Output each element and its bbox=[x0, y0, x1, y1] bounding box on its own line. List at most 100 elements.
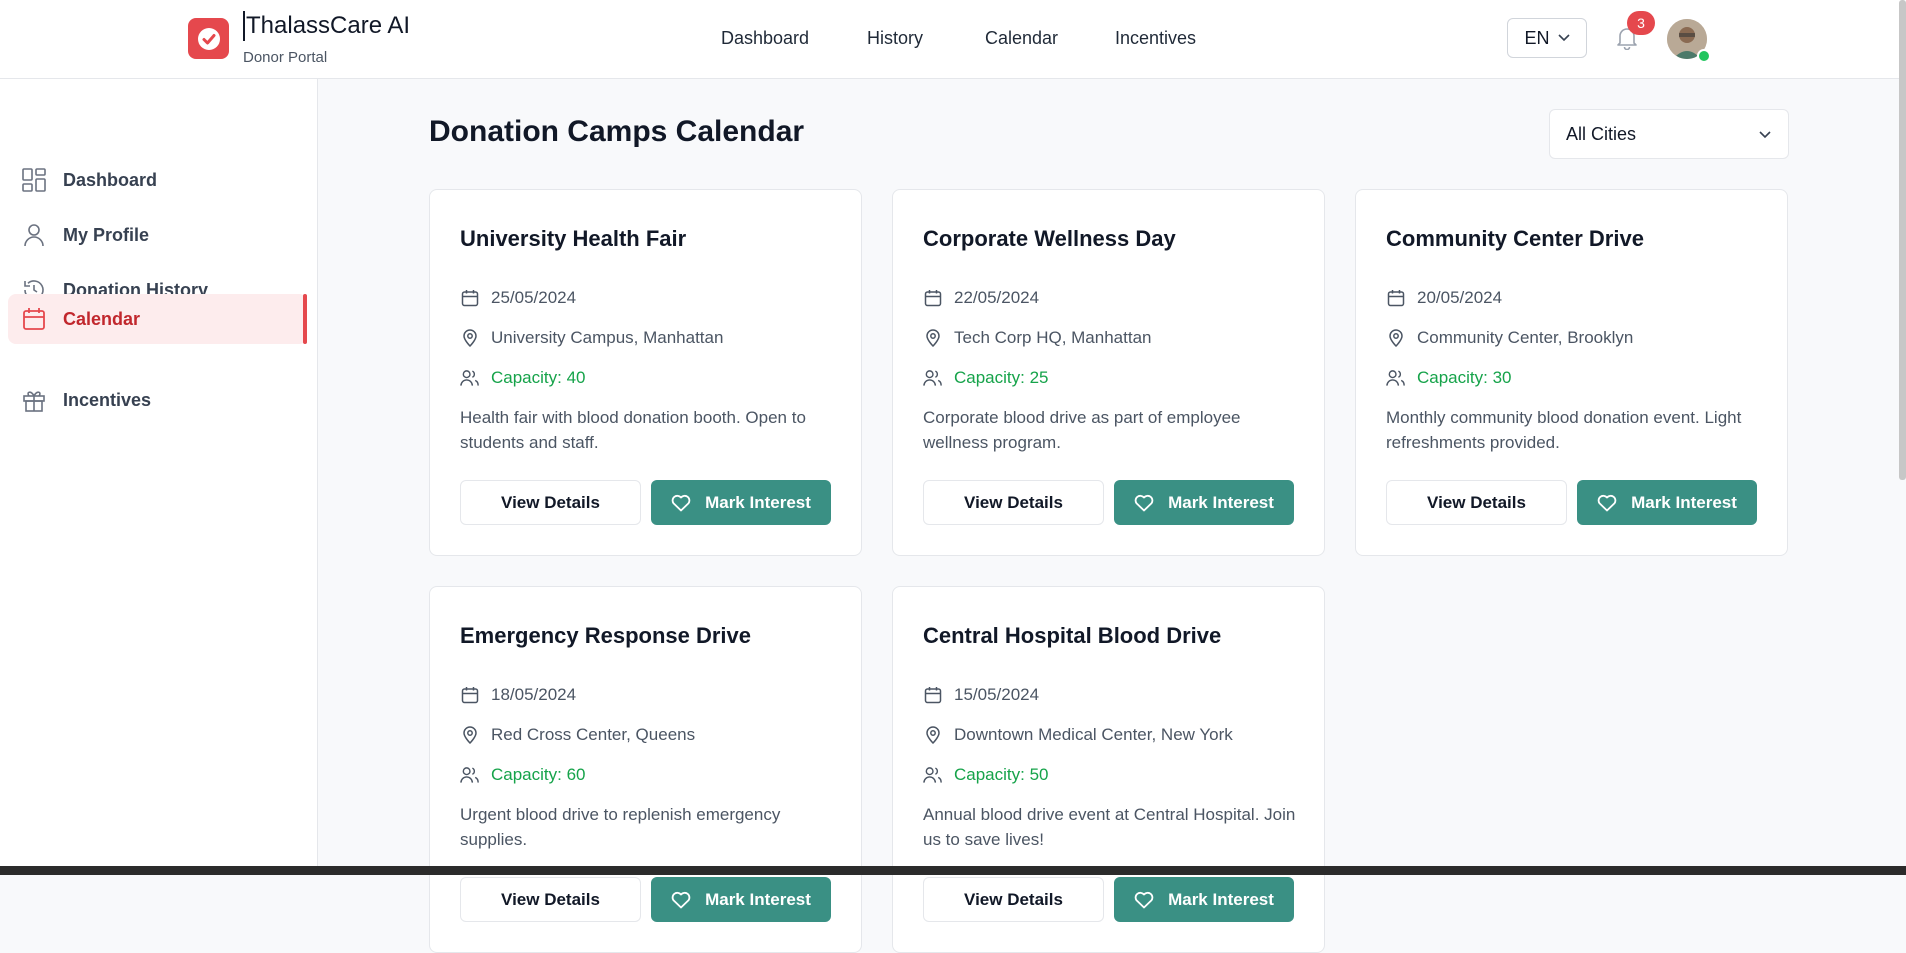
view-details-label: View Details bbox=[964, 889, 1063, 909]
camp-capacity: Capacity: 25 bbox=[954, 368, 1049, 387]
camp-description: Annual blood drive event at Central Hosp… bbox=[923, 805, 1296, 849]
chevron-down-icon bbox=[1557, 34, 1570, 42]
heart-icon bbox=[671, 494, 691, 512]
heart-icon bbox=[1134, 891, 1154, 909]
view-details-label: View Details bbox=[964, 492, 1063, 512]
camp-location: Tech Corp HQ, Manhattan bbox=[954, 328, 1152, 347]
camp-card: University Health Fair 25/05/2024 Universi… bbox=[429, 189, 862, 556]
topnav-calendar[interactable]: Calendar bbox=[985, 28, 1058, 49]
calendar-icon bbox=[1386, 289, 1405, 308]
view-details-button[interactable]: View Details bbox=[460, 877, 641, 922]
view-details-label: View Details bbox=[501, 492, 600, 512]
grid-icon bbox=[20, 166, 48, 194]
calendar-icon bbox=[460, 686, 479, 705]
calendar-icon bbox=[20, 305, 48, 333]
camp-location-row: Downtown Medical Center, New York bbox=[923, 725, 1233, 745]
sidebar-item-label: My Profile bbox=[63, 224, 150, 245]
scrollbar[interactable] bbox=[1899, 0, 1906, 480]
camp-description: Corporate blood drive as part of employe… bbox=[923, 408, 1241, 452]
camp-capacity-row: Capacity: 50 bbox=[923, 765, 1049, 785]
camp-capacity-row: Capacity: 30 bbox=[1386, 368, 1512, 388]
camp-date: 22/05/2024 bbox=[954, 288, 1040, 307]
camp-card: Emergency Response Drive 18/05/2024 Red Cr… bbox=[429, 586, 862, 953]
camp-location-row: Red Cross Center, Queens bbox=[460, 725, 695, 745]
view-details-label: View Details bbox=[1427, 492, 1526, 512]
language-value: EN bbox=[1524, 27, 1550, 48]
sidebar-item-my-profile[interactable]: My Profile bbox=[8, 210, 307, 260]
camp-location: Community Center, Brooklyn bbox=[1417, 328, 1634, 347]
sidebar-item-label: Dashboard bbox=[63, 169, 158, 190]
camp-location-row: Community Center, Brooklyn bbox=[1386, 328, 1633, 348]
heart-icon bbox=[671, 891, 691, 909]
sidebar-item-calendar[interactable]: Calendar bbox=[8, 294, 307, 344]
camp-date: 25/05/2024 bbox=[491, 288, 577, 307]
camp-capacity-row: Capacity: 60 bbox=[460, 765, 586, 785]
camp-description: Urgent blood drive to replenish emergenc… bbox=[460, 805, 781, 849]
map-pin-icon bbox=[1386, 329, 1405, 348]
camp-location: Downtown Medical Center, New York bbox=[954, 725, 1233, 744]
users-icon bbox=[460, 369, 479, 388]
heart-icon bbox=[1134, 494, 1154, 512]
view-details-button[interactable]: View Details bbox=[923, 877, 1104, 922]
camp-date-row: 15/05/2024 bbox=[923, 685, 1039, 705]
view-details-button[interactable]: View Details bbox=[460, 480, 641, 525]
users-icon bbox=[923, 369, 942, 388]
camp-location-row: University Campus, Manhattan bbox=[460, 328, 723, 348]
camp-capacity-row: Capacity: 25 bbox=[923, 368, 1049, 388]
camp-location: Red Cross Center, Queens bbox=[491, 725, 696, 744]
camp-card: Community Center Drive 20/05/2024 Communit… bbox=[1355, 189, 1788, 556]
user-icon bbox=[20, 221, 48, 249]
map-pin-icon bbox=[460, 329, 479, 348]
camp-location: University Campus, Manhattan bbox=[491, 328, 724, 347]
camp-date-row: 20/05/2024 bbox=[1386, 288, 1502, 308]
users-icon bbox=[460, 766, 479, 785]
mark-interest-label: Mark Interest bbox=[705, 492, 811, 512]
camp-title: University Health Fair bbox=[460, 226, 687, 251]
camp-date: 18/05/2024 bbox=[491, 685, 577, 704]
mark-interest-button[interactable]: Mark Interest bbox=[1114, 480, 1294, 525]
city-filter-value: All Cities bbox=[1566, 123, 1637, 144]
sidebar-item-label: Calendar bbox=[63, 308, 141, 329]
mark-interest-label: Mark Interest bbox=[705, 889, 811, 909]
camp-title: Community Center Drive bbox=[1386, 226, 1644, 251]
users-icon bbox=[923, 766, 942, 785]
topnav-history[interactable]: History bbox=[867, 28, 923, 49]
camp-title: Emergency Response Drive bbox=[460, 623, 752, 648]
camp-date-row: 25/05/2024 bbox=[460, 288, 576, 308]
gift-icon bbox=[20, 386, 48, 414]
camp-title: Corporate Wellness Day bbox=[923, 226, 1176, 251]
camp-date-row: 18/05/2024 bbox=[460, 685, 576, 705]
topnav-incentives[interactable]: Incentives bbox=[1115, 28, 1196, 49]
mark-interest-label: Mark Interest bbox=[1631, 492, 1737, 512]
camp-title: Central Hospital Blood Drive bbox=[923, 623, 1222, 648]
topnav-dashboard[interactable]: Dashboard bbox=[721, 28, 809, 49]
map-pin-icon bbox=[923, 329, 942, 348]
chevron-down-icon bbox=[1759, 131, 1771, 139]
page-title: Donation Camps Calendar bbox=[429, 115, 805, 148]
view-details-button[interactable]: View Details bbox=[923, 480, 1104, 525]
language-select[interactable]: EN bbox=[1507, 18, 1587, 58]
mark-interest-button[interactable]: Mark Interest bbox=[651, 480, 831, 525]
calendar-icon bbox=[460, 289, 479, 308]
camp-description: Health fair with blood donation booth. O… bbox=[460, 408, 806, 452]
online-status-dot bbox=[1697, 49, 1711, 63]
calendar-icon bbox=[923, 289, 942, 308]
sidebar-item-dashboard[interactable]: Dashboard bbox=[8, 155, 307, 205]
camp-card: Corporate Wellness Day 22/05/2024 Tech Cor… bbox=[892, 189, 1325, 556]
sidebar-item-incentives[interactable]: Incentives bbox=[8, 375, 307, 425]
view-details-button[interactable]: View Details bbox=[1386, 480, 1567, 525]
mark-interest-label: Mark Interest bbox=[1168, 889, 1274, 909]
mark-interest-button[interactable]: Mark Interest bbox=[1577, 480, 1757, 525]
mark-interest-button[interactable]: Mark Interest bbox=[651, 877, 831, 922]
notification-badge: 3 bbox=[1627, 11, 1655, 35]
camp-date: 20/05/2024 bbox=[1417, 288, 1503, 307]
camp-date: 15/05/2024 bbox=[954, 685, 1040, 704]
city-filter-select[interactable]: All Cities bbox=[1549, 109, 1789, 159]
view-details-label: View Details bbox=[501, 889, 600, 909]
top-header: ThalassCare AI Donor Portal Dashboard Hi… bbox=[0, 0, 1906, 79]
mark-interest-button[interactable]: Mark Interest bbox=[1114, 877, 1294, 922]
heart-icon bbox=[1597, 494, 1617, 512]
calendar-icon bbox=[923, 686, 942, 705]
camp-description: Monthly community blood donation event. … bbox=[1386, 408, 1742, 452]
users-icon bbox=[1386, 369, 1405, 388]
